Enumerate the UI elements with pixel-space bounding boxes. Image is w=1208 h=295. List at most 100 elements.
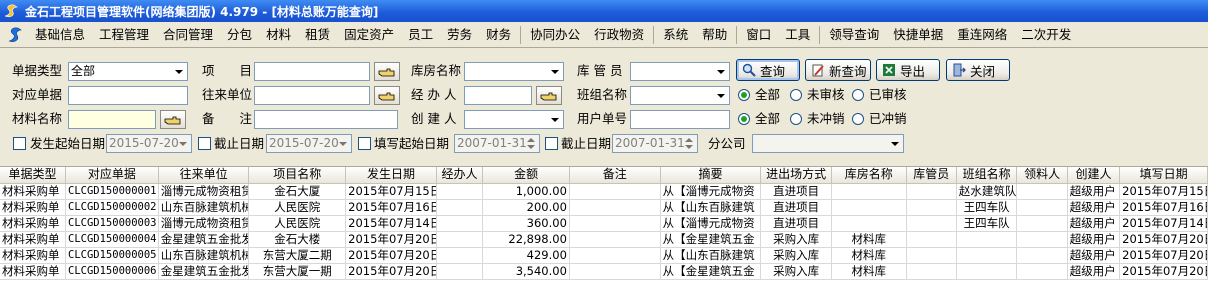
menu-help[interactable]: 帮助	[695, 22, 734, 48]
chevron-down-icon[interactable]	[713, 88, 728, 103]
fill-date-checkbox[interactable]	[358, 137, 371, 150]
app-logo-icon	[8, 27, 22, 42]
table-row[interactable]: 材料采购单 CLCGD150000001 淄博元成物资租赁 金石大厦 2015年07月1…	[0, 183, 1208, 200]
warehouse-select[interactable]	[464, 62, 564, 81]
chevron-down-icon[interactable]	[175, 136, 190, 151]
remark-input[interactable]	[254, 110, 398, 129]
table-cell: 超级用户	[1067, 183, 1121, 200]
audit-yes-radio[interactable]	[852, 89, 864, 101]
table-cell	[956, 247, 1018, 264]
creator-select[interactable]	[464, 110, 564, 129]
menu-leader-query[interactable]: 领导查询	[822, 22, 886, 48]
material-picker-button[interactable]	[160, 110, 186, 129]
handler-picker-button[interactable]	[536, 86, 562, 105]
project-input[interactable]	[254, 62, 370, 81]
chevron-down-icon[interactable]	[887, 136, 902, 151]
menu-tools[interactable]: 工具	[778, 22, 817, 48]
menu-lease[interactable]: 租赁	[298, 22, 337, 48]
spinner-icon[interactable]	[682, 136, 696, 151]
user-doc-input[interactable]	[630, 110, 730, 129]
table-row[interactable]: 材料采购单 CLCGD150000002 山东百脉建筑机械 人民医院 2015年07月1…	[0, 199, 1208, 216]
fill-start-date[interactable]: 2007-01-31	[454, 134, 540, 153]
menu-secondary-dev[interactable]: 二次开发	[1014, 22, 1078, 48]
chevron-down-icon[interactable]	[335, 136, 350, 151]
spinner-icon[interactable]	[524, 136, 538, 151]
menu-reconnect[interactable]: 重连网络	[950, 22, 1014, 48]
column-header[interactable]: 经办人	[436, 167, 484, 184]
table-row[interactable]: 材料采购单 CLCGD150000003 淄博元成物资租赁 人民医院 2015年07月1…	[0, 215, 1208, 232]
keeper-select[interactable]	[630, 62, 730, 81]
menu-staff[interactable]: 员工	[401, 22, 440, 48]
column-header[interactable]: 库房名称	[831, 167, 907, 184]
doc-type-select[interactable]: 全部	[68, 62, 188, 81]
column-header[interactable]: 库管员	[906, 167, 957, 184]
partner-picker-button[interactable]	[374, 86, 400, 105]
title-bar: 金石工程项目管理软件(网络集团版) 4.979 - [材料总账万能查询]	[0, 0, 1208, 22]
menu-admin-supplies[interactable]: 行政物资	[587, 22, 651, 48]
column-header[interactable]: 摘要	[660, 167, 762, 184]
column-header[interactable]: 进出场方式	[760, 167, 832, 184]
fill-end-date[interactable]: 2007-01-31	[612, 134, 698, 153]
counter-doc-input[interactable]	[68, 86, 188, 105]
branch-select[interactable]	[752, 134, 904, 153]
material-input[interactable]	[68, 110, 156, 129]
table-cell: 从【淄博元成物资	[660, 215, 762, 232]
table-row[interactable]: 材料采购单 CLCGD150000006 金星建筑五金批发 东营大厦一期 2015年07…	[0, 263, 1208, 280]
offset-all-radio[interactable]	[738, 113, 750, 125]
column-header[interactable]: 金额	[482, 167, 570, 184]
column-header[interactable]: 对应单据	[65, 167, 159, 184]
menu-subcontract[interactable]: 分包	[220, 22, 259, 48]
column-header[interactable]: 创建人	[1067, 167, 1121, 184]
query-button[interactable]: 查询	[736, 59, 800, 81]
export-button[interactable]: 导出	[876, 59, 940, 81]
column-header[interactable]: 班组名称	[956, 167, 1018, 184]
column-header[interactable]: 项目名称	[248, 167, 347, 184]
menu-fixed-assets[interactable]: 固定资产	[337, 22, 401, 48]
audit-no-radio[interactable]	[790, 89, 802, 101]
table-cell: 采购入库	[760, 247, 832, 264]
table-row[interactable]: 材料采购单 CLCGD150000004 金星建筑五金批发 金石大楼 2015年07月2…	[0, 231, 1208, 248]
chevron-down-icon[interactable]	[713, 64, 728, 79]
menu-finance[interactable]: 财务	[479, 22, 518, 48]
table-cell: 东营大厦一期	[248, 263, 347, 280]
occur-date-checkbox[interactable]	[13, 137, 26, 150]
menu-labor[interactable]: 劳务	[440, 22, 479, 48]
handler-input[interactable]	[464, 86, 532, 105]
export-button-label: 导出	[900, 63, 926, 79]
team-select[interactable]	[630, 86, 730, 105]
chevron-down-icon[interactable]	[547, 64, 562, 79]
menu-contract-mgmt[interactable]: 合同管理	[156, 22, 220, 48]
project-picker-button[interactable]	[374, 62, 400, 81]
column-header[interactable]: 填写日期	[1119, 167, 1208, 184]
column-header[interactable]: 单据类型	[0, 167, 66, 184]
menu-basic-info[interactable]: 基础信息	[28, 22, 92, 48]
results-grid[interactable]: 单据类型 对应单据 往来单位 项目名称 发生日期 经办人 金额 备注 摘要 进出场方式 库房名称 库管…	[0, 166, 1208, 295]
occur-end-checkbox[interactable]	[198, 137, 211, 150]
menu-material[interactable]: 材料	[259, 22, 298, 48]
new-query-button[interactable]: 新查询	[805, 59, 871, 81]
menu-system[interactable]: 系统	[656, 22, 695, 48]
partner-input[interactable]	[254, 86, 370, 105]
keeper-label: 库 管 员	[577, 63, 623, 78]
table-cell: 从【金星建筑五金	[660, 263, 762, 280]
column-header[interactable]: 领料人	[1016, 167, 1068, 184]
column-header[interactable]: 往来单位	[158, 167, 250, 184]
chevron-down-icon[interactable]	[547, 112, 562, 127]
occur-end-date[interactable]: 2015-07-20	[266, 134, 352, 153]
offset-yes-radio[interactable]	[852, 113, 864, 125]
close-button[interactable]: 关闭	[946, 59, 1010, 81]
table-cell	[956, 231, 1018, 248]
offset-no-radio[interactable]	[790, 113, 802, 125]
menu-collab-office[interactable]: 协同办公	[523, 22, 587, 48]
menu-quick-docs[interactable]: 快捷单据	[886, 22, 950, 48]
chevron-down-icon[interactable]	[171, 64, 186, 79]
column-header[interactable]: 备注	[569, 167, 661, 184]
table-cell: 2015年07月14日	[345, 215, 437, 232]
table-row[interactable]: 材料采购单 CLCGD150000005 山东百脉建筑机械 东营大厦二期 2015年07…	[0, 247, 1208, 264]
column-header[interactable]: 发生日期	[345, 167, 437, 184]
occur-start-date[interactable]: 2015-07-20	[106, 134, 192, 153]
fill-end-checkbox[interactable]	[545, 137, 558, 150]
menu-project-mgmt[interactable]: 工程管理	[92, 22, 156, 48]
audit-all-radio[interactable]	[738, 89, 750, 101]
menu-window[interactable]: 窗口	[739, 22, 778, 48]
